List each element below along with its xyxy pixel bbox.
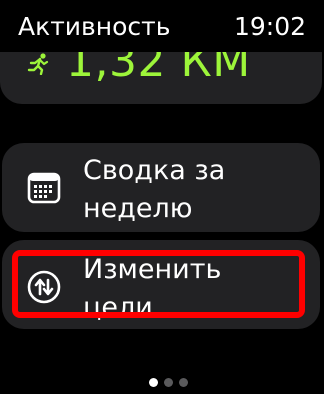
page-indicator bbox=[0, 378, 324, 390]
status-bar: Активность 19:02 bbox=[0, 0, 324, 52]
weekly-summary-label: Сводка за неделю bbox=[83, 152, 313, 228]
change-goals-icon bbox=[26, 269, 62, 305]
change-goals-label: Изменить цели bbox=[83, 251, 313, 327]
change-goals-label-line2: цели bbox=[83, 292, 153, 323]
calendar-icon bbox=[26, 170, 62, 206]
page-dot-3 bbox=[178, 378, 188, 387]
page-dot-1 bbox=[148, 378, 158, 387]
page-dot-2 bbox=[163, 378, 173, 387]
app-title: Активность bbox=[18, 12, 171, 41]
change-goals-button[interactable]: Изменить цели bbox=[2, 240, 320, 329]
weekly-summary-label-line2: неделю bbox=[83, 193, 193, 224]
change-goals-label-line1: Изменить bbox=[83, 254, 222, 285]
weekly-summary-label-line1: Сводка за bbox=[83, 155, 226, 186]
clock: 19:02 bbox=[233, 12, 306, 41]
distance-card[interactable]: 1,32 КМ bbox=[0, 52, 322, 104]
running-figure-icon bbox=[26, 53, 50, 76]
distance-value: 1,32 КМ bbox=[66, 52, 251, 87]
weekly-summary-button[interactable]: Сводка за неделю bbox=[2, 143, 320, 232]
